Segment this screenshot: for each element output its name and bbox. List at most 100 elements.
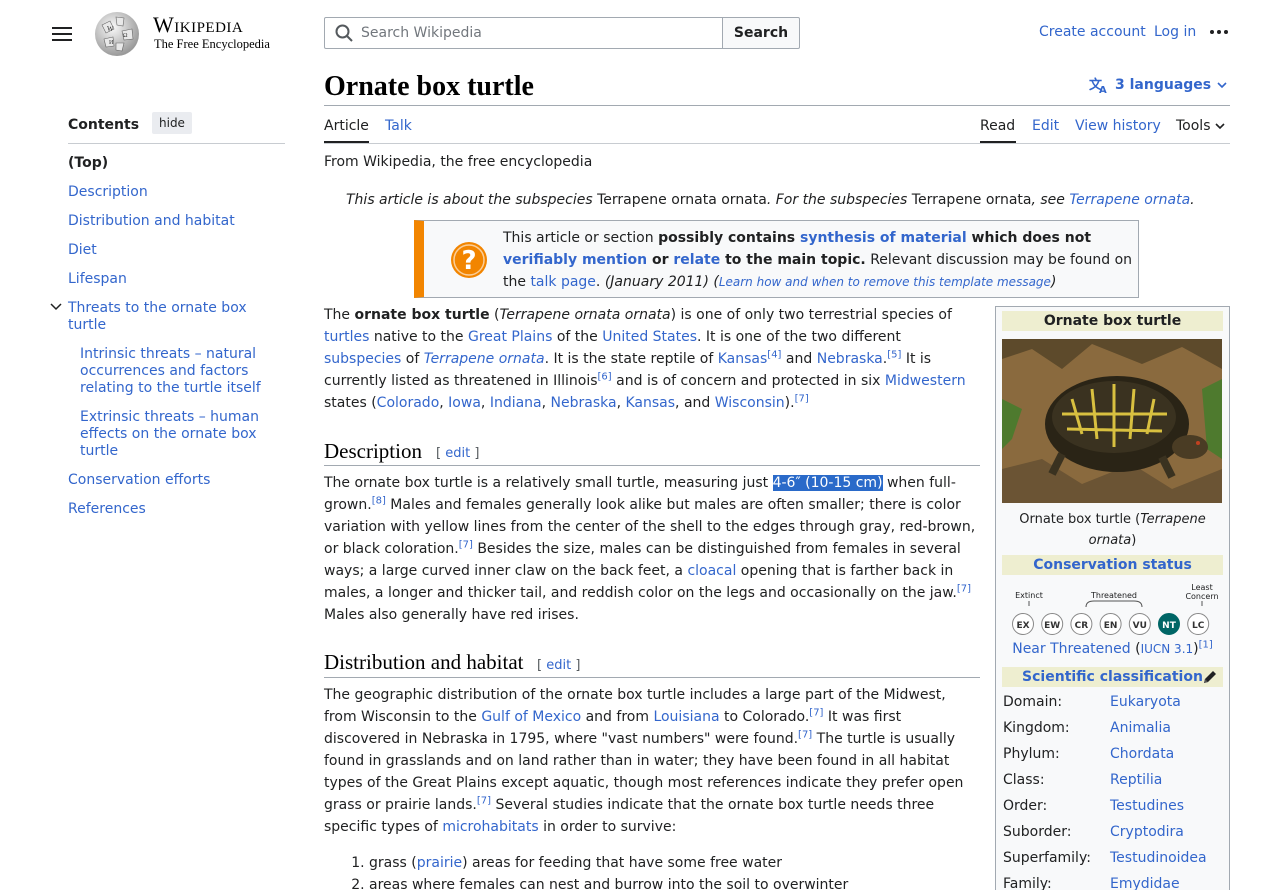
infobox-title: Ornate box turtle [1002,311,1223,331]
toc-item-distribution[interactable]: Distribution and habitat [68,213,235,230]
talk-page-link[interactable]: talk page [530,274,595,290]
tabs-divider [324,143,1230,144]
link[interactable]: microhabitats [442,819,538,835]
toc-collapse-chevron-icon[interactable] [50,302,62,312]
link[interactable]: Great Plains [468,329,552,345]
taxonomy-value[interactable]: Chordata [1110,746,1174,762]
taxonomy-rank: Order: [1003,798,1048,814]
link[interactable]: Colorado [377,395,440,411]
tab-tools-label: Tools [1176,118,1211,134]
turtle-photo[interactable] [1002,339,1222,503]
toc-item-top[interactable]: (Top) [68,155,108,172]
verifiably-mention-link[interactable]: verifiably mention [503,252,647,268]
iucn-link[interactable]: IUCN 3.1 [1141,642,1194,656]
citation[interactable]: [7] [809,707,823,718]
link[interactable]: Iowa [448,395,481,411]
search-box[interactable] [324,17,723,49]
toc-item-intrinsic-threats[interactable]: Intrinsic threats – natural occurrences … [80,346,280,397]
link[interactable]: turtles [324,329,369,345]
link[interactable]: Kansas [625,395,675,411]
log-in-link[interactable]: Log in [1154,24,1196,40]
link[interactable]: subspecies [324,351,401,367]
edit-link[interactable]: edit [546,658,571,673]
conservation-status-heading[interactable]: Conservation status [1002,555,1223,575]
language-button[interactable]: 文A 3 languages [1089,76,1227,94]
edit-pencil-icon[interactable] [1202,669,1218,685]
toc-item-description[interactable]: Description [68,184,148,201]
title-divider [324,105,1230,106]
main-menu-icon[interactable] [52,24,72,42]
tab-edit[interactable]: Edit [1032,118,1059,134]
link[interactable]: Wisconsin [715,395,785,411]
citation[interactable]: [8] [372,495,386,506]
tab-read[interactable]: Read [980,118,1015,134]
more-options-icon[interactable] [1210,30,1228,34]
near-threatened-link[interactable]: Near Threatened [1012,641,1130,657]
link[interactable]: Nebraska [551,395,617,411]
toc-hide-button[interactable]: hide [152,112,192,134]
taxonomy-rank: Suborder: [1003,824,1072,840]
link[interactable]: United States [602,329,697,345]
link[interactable]: Gulf of Mexico [481,709,581,725]
taxonomy-value[interactable]: Animalia [1110,720,1171,736]
section-edit: [ edit ] [436,446,480,461]
chevron-down-icon [1217,82,1227,89]
taxonomy-value[interactable]: Testudinoidea [1110,850,1207,866]
distribution-paragraph: The geographic distribution of the ornat… [324,687,964,835]
toc-item-extrinsic-threats[interactable]: Extrinsic threats – human effects on the… [80,409,280,460]
link[interactable]: Terrapene ornata [424,351,545,367]
search-input[interactable] [361,25,701,41]
link[interactable]: cloacal [687,563,736,579]
taxonomy-value[interactable]: Emydidae [1110,876,1180,890]
infobox: Ornate box turtle Ornate box turtle (Ter… [995,306,1230,890]
taxonomy-value[interactable]: Eukaryota [1110,694,1181,710]
toc-item-references[interactable]: References [68,501,146,518]
citation[interactable]: [7] [795,393,809,404]
toc-item-conservation[interactable]: Conservation efforts [68,472,210,489]
citation[interactable]: [1] [1199,639,1213,650]
iucn-code-label: LC [1192,621,1205,631]
toc-item-diet[interactable]: Diet [68,242,97,259]
link[interactable]: Louisiana [653,709,719,725]
svg-text:A: A [1099,85,1107,94]
synthesis-link[interactable]: synthesis of material [800,230,967,246]
iucn-code-label: NT [1162,621,1177,631]
citation[interactable]: [5] [887,349,901,360]
tab-talk[interactable]: Talk [385,118,412,134]
citation[interactable]: [7] [957,583,971,594]
edit-link[interactable]: edit [445,446,470,461]
notice-box: ? This article or section possibly conta… [414,220,1139,298]
link[interactable]: Indiana [490,395,542,411]
tab-article[interactable]: Article [324,118,369,134]
create-account-link[interactable]: Create account [1039,24,1146,40]
citation[interactable]: [6] [598,371,612,382]
question-mark-icon: ? [451,242,487,278]
hatnote-link[interactable]: Terrapene ornata [1069,192,1190,208]
scientific-classification-heading[interactable]: Scientific classification [1002,667,1223,687]
search-button[interactable]: Search [722,17,800,49]
tab-tools[interactable]: Tools [1176,118,1225,134]
iucn-status-scale[interactable]: Extinct Threatened Least Concern EX EW CR E… [1002,582,1223,644]
tab-view-history[interactable]: View history [1075,118,1161,134]
link[interactable]: prairie [417,855,462,871]
toc-item-lifespan[interactable]: Lifespan [68,271,127,288]
wikipedia-globe-logo[interactable]: W Ω И [92,9,142,56]
iucn-concern-label: Concern [1185,592,1218,601]
link[interactable]: Midwestern [885,373,966,389]
citation[interactable]: [4] [767,349,781,360]
taxonomy-value[interactable]: Reptilia [1110,772,1162,788]
citation[interactable]: [7] [477,795,491,806]
citation[interactable]: [7] [798,729,812,740]
list-item: grass (prairie) areas for feeding that h… [369,852,848,874]
site-subtitle: From Wikipedia, the free encyclopedia [324,154,593,170]
taxonomy-value[interactable]: Testudines [1110,798,1184,814]
link[interactable]: Kansas [718,351,768,367]
iucn-code-label: EN [1104,621,1118,631]
toc-item-threats[interactable]: Threats to the ornate box turtle [68,300,268,334]
taxonomy-value[interactable]: Cryptodira [1110,824,1184,840]
learn-more-link[interactable]: Learn how and when to remove this templa… [719,275,1051,289]
relate-link[interactable]: relate [673,252,720,268]
wikipedia-wordmark[interactable]: Wikipedia [153,12,243,38]
link[interactable]: Nebraska [817,351,883,367]
citation[interactable]: [7] [459,539,473,550]
